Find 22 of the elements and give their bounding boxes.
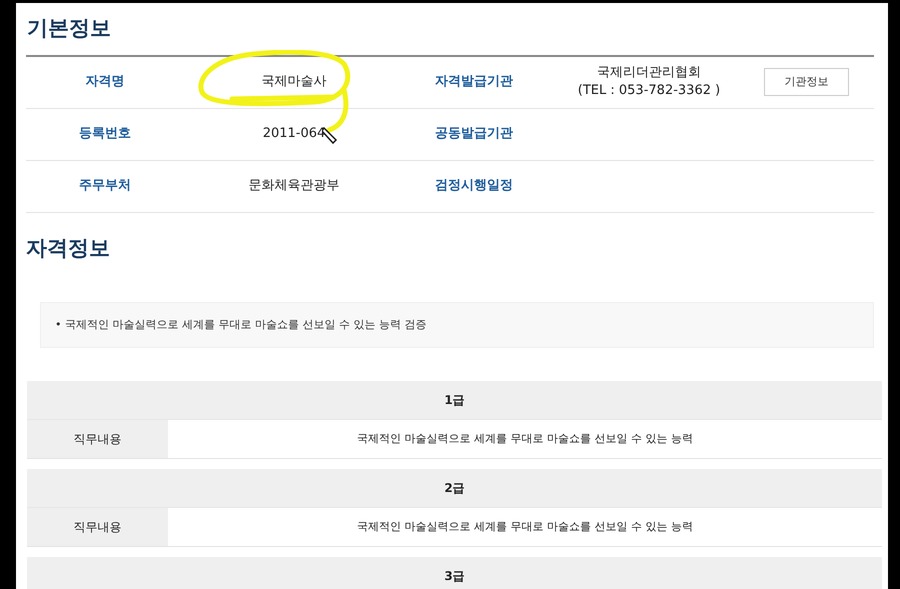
grade-header: 1급 (27, 381, 882, 420)
section-title: 기본정보 (26, 15, 111, 42)
table-cell-text: 국제적인 마술실력으로 세계를 무대로 마술쇼를 선보일 수 있는 능력 (356, 518, 694, 535)
table-cell-text: 국제적인 마술실력으로 세계를 무대로 마술쇼를 선보일 수 있는 능력 (356, 430, 694, 447)
grade-header: 2급 (27, 469, 882, 508)
field-value: (TEL : 053-782-3362 ) (578, 82, 720, 100)
row-label: 직무내용 (27, 508, 168, 546)
field-value: 국제마술사 (262, 73, 326, 92)
field-label: 자격명 (86, 73, 124, 92)
field-value: 문화체육관광부 (248, 177, 340, 196)
field-label: 자격발급기관 (435, 73, 513, 92)
field-value: 국제리더관리협회 (597, 64, 701, 82)
section-title: 자격정보 (26, 234, 110, 262)
field-label: 검정시행일정 (435, 177, 513, 196)
field-label: 등록번호 (79, 125, 131, 144)
field-value: 2011-064 (262, 125, 326, 144)
field-label: 주무부처 (79, 177, 131, 196)
summary-text: • 국제적인 마술실력으로 세계를 무대로 마술쇼를 선보일 수 있는 능력 검증 (55, 316, 426, 333)
grade-header: 3급 (27, 557, 882, 589)
field-label: 공동발급기관 (435, 125, 513, 144)
row-label: 직무내용 (27, 420, 168, 458)
institution-info-button[interactable]: 기관정보 (764, 68, 849, 96)
